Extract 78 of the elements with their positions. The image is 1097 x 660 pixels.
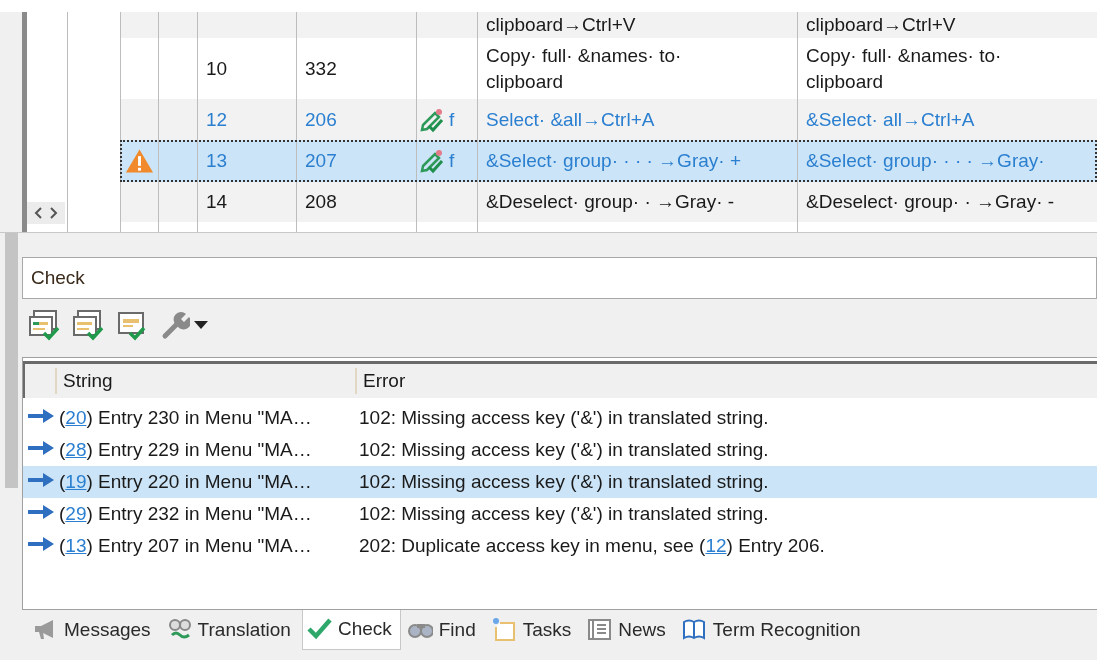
caret-icon (194, 321, 208, 329)
id-cell-text: 13 (206, 149, 228, 173)
arrow-icon (27, 438, 55, 457)
id-cell-text: 12 (206, 107, 228, 132)
scroll-arrows-icon (33, 206, 59, 220)
panel-tab[interactable]: Tasks (486, 610, 581, 651)
grid-row[interactable]: 12 206 f Select· &all→Ctrl+A &Select· all→Ctrl+A (120, 99, 1097, 140)
error-row[interactable]: (29) Entry 232 in Menu "MA… 102: Missing access key ('&') in translated string. (23, 498, 1097, 530)
scrollbar[interactable] (5, 233, 18, 488)
source-text: clipboard→Ctrl+V (486, 13, 636, 37)
arrow-icon (27, 470, 55, 489)
window-check-icon (116, 309, 148, 341)
paren-text: ( (59, 503, 66, 524)
id-cell-text: 14 (206, 190, 228, 214)
paren-text: ( (59, 439, 66, 460)
target-text: &Select· all→Ctrl+A (806, 107, 975, 132)
cut-text: f (449, 107, 455, 132)
book-icon (681, 617, 707, 642)
check-all-button[interactable] (26, 307, 62, 343)
string-text: ) Entry 230 in Menu "MA… (86, 407, 312, 428)
entry-link[interactable]: 20 (65, 407, 87, 428)
number-cell-text: 208 (305, 190, 337, 214)
grid-row[interactable]: 14 208 &Deselect· group· · →Gray· - &Deselect· group· · →Gray· - (120, 182, 1097, 222)
grid-row[interactable]: clipboard→Ctrl+V clipboard→Ctrl+V (120, 12, 1097, 38)
source-text: Select· &all→Ctrl+A (486, 107, 655, 132)
entry-link[interactable]: 28 (65, 439, 87, 460)
paren-text: ( (59, 535, 66, 556)
arrow-icon (27, 502, 55, 521)
id-cell-text: 10 (206, 56, 228, 81)
paren-text: ( (59, 407, 66, 428)
newspaper-icon (587, 617, 613, 642)
checkmark-icon (306, 616, 332, 641)
panel-tab[interactable]: Find (402, 610, 485, 651)
string-text: ) Entry 232 in Menu "MA… (86, 503, 312, 524)
entry-link[interactable]: 12 (705, 535, 727, 556)
target-text: &Select· group· · · · →Gray· (806, 149, 1045, 173)
window-check-icon (28, 309, 60, 341)
error-text: 102: Missing access key ('&') in translated string. (359, 407, 769, 428)
error-row[interactable]: (20) Entry 230 in Menu "MA… 102: Missing access key ('&') in translated string. (23, 402, 1097, 434)
entry-link[interactable]: 29 (65, 503, 87, 524)
entry-link[interactable]: 13 (65, 535, 87, 556)
number-cell-text: 332 (305, 56, 337, 81)
source-text: &Deselect· group· · →Gray· - (486, 190, 735, 214)
panel-tab[interactable]: Translation (161, 610, 300, 651)
target-text: &Deselect· group· · →Gray· - (806, 190, 1055, 214)
error-row[interactable]: (28) Entry 229 in Menu "MA… 102: Missing access key ('&') in translated string. (23, 434, 1097, 466)
error-text: 202: Duplicate access key in menu, see ( (359, 535, 706, 556)
panel-tab[interactable]: Check (301, 610, 401, 650)
error-text: 102: Missing access key ('&') in translated string. (359, 439, 769, 460)
cut-text: f (449, 149, 455, 173)
target-text: clipboard→Ctrl+V (806, 13, 956, 37)
number-cell-text: 207 (305, 149, 337, 173)
paren-text: ( (59, 471, 66, 492)
error-row[interactable]: (19) Entry 220 in Menu "MA… 102: Missing access key ('&') in translated string. (23, 466, 1097, 498)
panel-tab[interactable]: Term Recognition (676, 610, 870, 651)
source-text: Copy· full· &names· to· clipboard (486, 43, 682, 94)
column-header[interactable]: String (57, 368, 357, 394)
string-text: ) Entry 207 in Menu "MA… (86, 535, 312, 556)
target-text: Copy· full· &names· to· clipboard (806, 43, 1002, 94)
panel-tab[interactable]: News (582, 610, 675, 651)
error-text: 102: Missing access key ('&') in translated string. (359, 503, 769, 524)
goggles-icon (166, 617, 192, 642)
source-text: &Select· group· · · · →Gray· + (486, 149, 741, 173)
error-text: ) Entry 206. (726, 535, 825, 556)
string-text: ) Entry 229 in Menu "MA… (86, 439, 312, 460)
column-header[interactable]: Error (357, 368, 1097, 394)
wrench-icon (160, 310, 190, 340)
window-check-icon (72, 309, 104, 341)
note-icon (491, 617, 517, 642)
arrow-icon (27, 534, 55, 553)
error-row[interactable]: (13) Entry 207 in Menu "MA… 202: Duplicate access key in menu, see (12) Entry 206. (23, 530, 1097, 562)
check-selected-button[interactable] (70, 307, 106, 343)
arrow-icon (27, 406, 55, 425)
string-text: ) Entry 220 in Menu "MA… (86, 471, 312, 492)
number-cell-text: 206 (305, 107, 337, 132)
panel-title: Check (22, 257, 1097, 299)
error-text: 102: Missing access key ('&') in translated string. (359, 471, 769, 492)
panel-tab[interactable]: Messages (28, 610, 160, 651)
